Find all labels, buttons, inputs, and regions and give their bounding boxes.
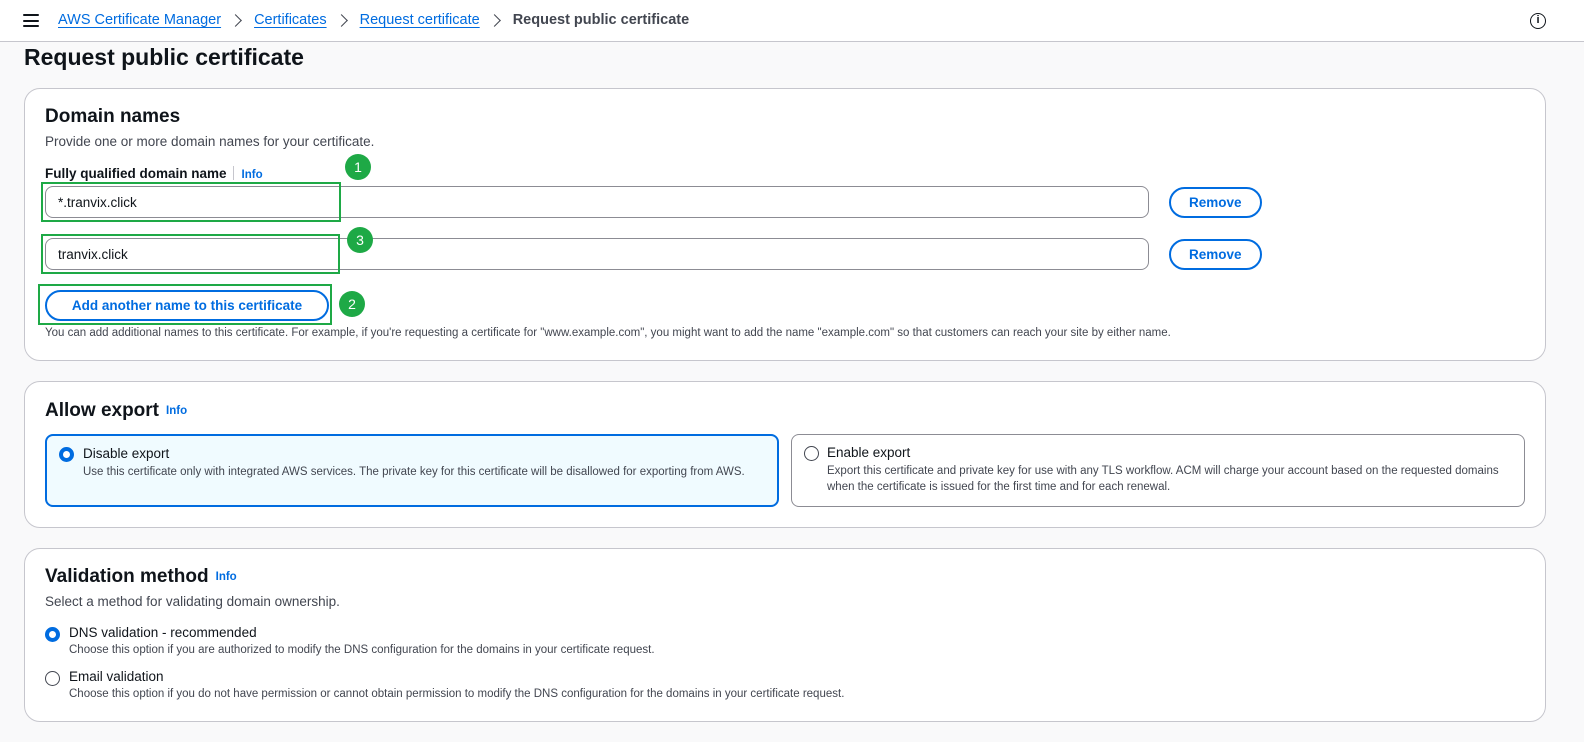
email-validation-title: Email validation — [69, 669, 164, 684]
domain-names-hint: You can add additional names to this cer… — [45, 327, 1171, 339]
annotation-box-1 — [41, 182, 341, 222]
radio-selected-icon[interactable] — [45, 627, 60, 642]
chevron-right-icon — [229, 13, 242, 27]
breadcrumb: AWS Certificate Manager Certificates Req… — [58, 12, 689, 28]
fqdn-info-link[interactable]: Info — [242, 169, 263, 181]
enable-export-option[interactable]: Enable export Export this certificate an… — [791, 434, 1525, 507]
fqdn-label: Fully qualified domain name Info — [45, 166, 263, 181]
validation-method-panel: Validation method Info Select a method fo… — [24, 548, 1546, 722]
dns-validation-description: Choose this option if you are authorized… — [69, 644, 655, 656]
email-validation-option[interactable]: Email validation Choose this option if y… — [45, 669, 844, 700]
annotation-box-3 — [41, 234, 340, 274]
dns-validation-option[interactable]: DNS validation - recommended Choose this… — [45, 625, 655, 656]
domain-names-description: Provide one or more domain names for you… — [45, 134, 375, 149]
enable-export-description: Export this certificate and private key … — [827, 465, 1499, 493]
annotation-box-2 — [38, 284, 332, 325]
remove-domain-button-2[interactable]: Remove — [1169, 239, 1262, 270]
page-title: Request public certificate — [24, 44, 304, 70]
menu-icon[interactable] — [23, 14, 39, 27]
annotation-badge-2: 2 — [339, 291, 365, 317]
top-navigation-bar: AWS Certificate Manager Certificates Req… — [0, 0, 1584, 42]
validation-method-description: Select a method for validating domain ow… — [45, 594, 340, 609]
enable-export-title: Enable export — [827, 445, 911, 460]
allow-export-panel: Allow export Info Disable export Use this… — [24, 381, 1546, 528]
radio-selected-icon[interactable] — [59, 447, 74, 462]
breadcrumb-aws-certificate-manager[interactable]: AWS Certificate Manager — [58, 12, 221, 28]
breadcrumb-current: Request public certificate — [512, 12, 690, 28]
validation-method-title-row: Validation method Info — [45, 566, 237, 588]
fqdn-label-text: Fully qualified domain name — [45, 166, 227, 181]
disable-export-description: Use this certificate only with integrate… — [83, 466, 745, 478]
validation-method-title: Validation method — [45, 566, 209, 587]
remove-domain-button-1[interactable]: Remove — [1169, 187, 1262, 218]
info-icon[interactable]: i — [1530, 13, 1546, 29]
disable-export-option[interactable]: Disable export Use this certificate only… — [45, 434, 779, 507]
radio-unselected-icon[interactable] — [45, 671, 60, 686]
allow-export-title-row: Allow export Info — [45, 400, 187, 422]
allow-export-info-link[interactable]: Info — [166, 405, 187, 417]
validation-method-info-link[interactable]: Info — [216, 571, 237, 583]
allow-export-title: Allow export — [45, 400, 160, 421]
disable-export-title: Disable export — [83, 446, 170, 461]
domain-names-title: Domain names — [45, 106, 181, 127]
chevron-right-icon — [334, 13, 348, 27]
email-validation-description: Choose this option if you do not have pe… — [69, 688, 845, 700]
dns-validation-title: DNS validation - recommended — [69, 625, 257, 640]
chevron-right-icon — [487, 13, 501, 27]
annotation-badge-3: 3 — [347, 227, 373, 253]
breadcrumb-certificates[interactable]: Certificates — [254, 12, 327, 28]
breadcrumb-request-certificate[interactable]: Request certificate — [360, 12, 480, 28]
label-divider — [232, 166, 234, 180]
radio-unselected-icon[interactable] — [804, 446, 819, 461]
annotation-badge-1: 1 — [345, 154, 371, 180]
